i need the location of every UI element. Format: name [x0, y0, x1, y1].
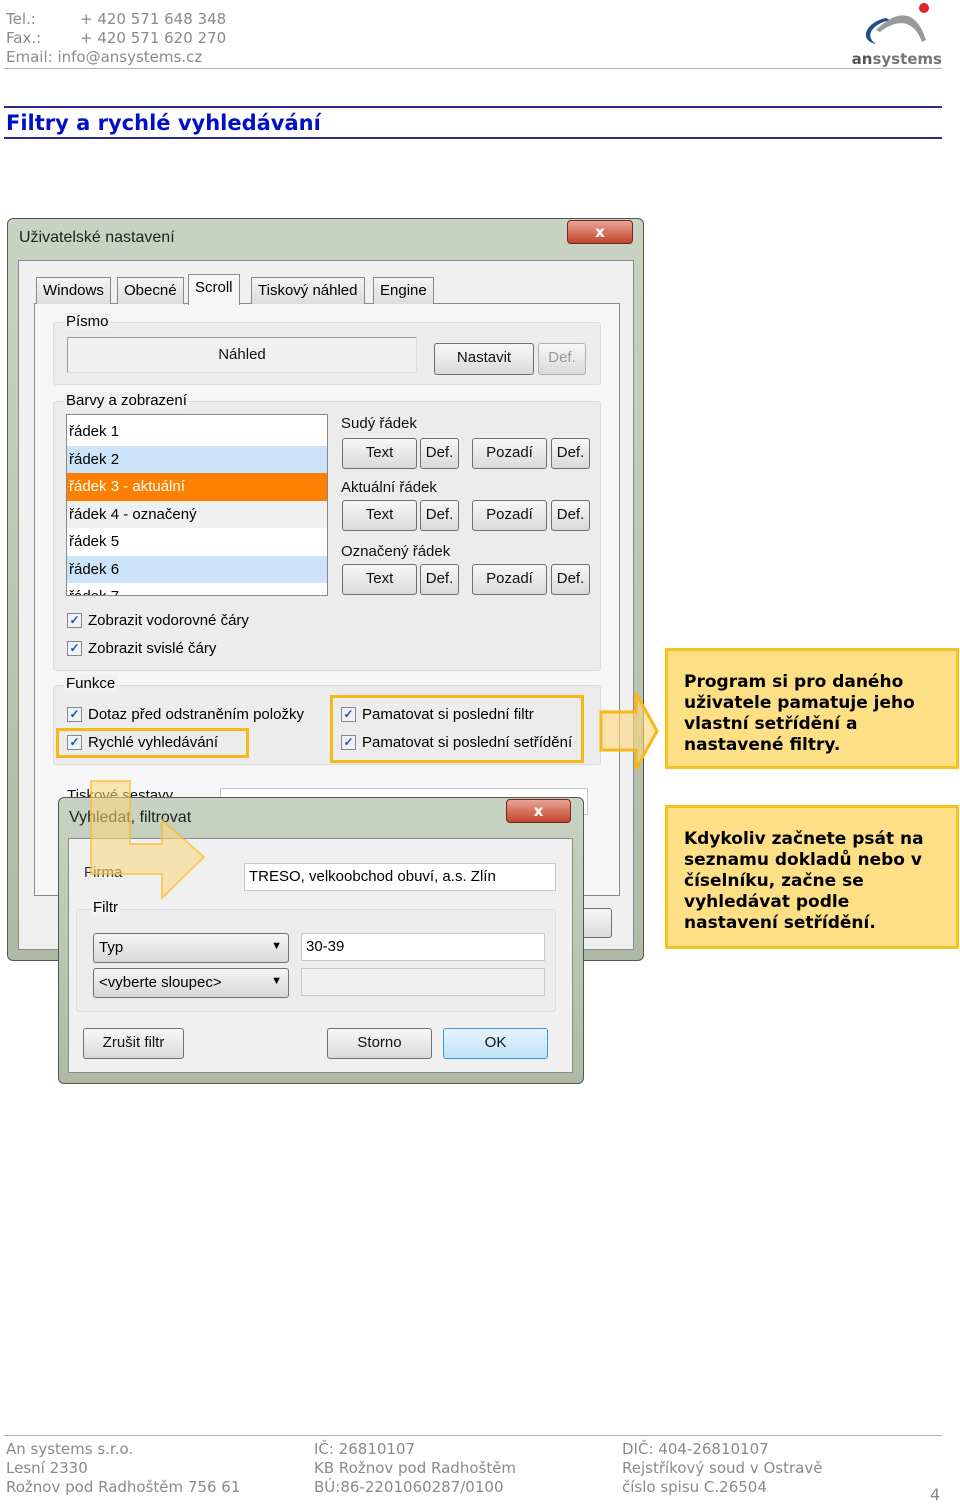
current-background-button[interactable]: Pozadí — [472, 500, 547, 531]
title-rule-bottom — [4, 137, 942, 139]
filter-value-1[interactable]: 30-39 — [301, 933, 545, 961]
page-title: Filtry a rychlé vyhledávání — [6, 111, 321, 135]
list-item[interactable]: řádek 3 - aktuální — [67, 473, 327, 501]
selected-text-default-button[interactable]: Def. — [420, 564, 459, 595]
bent-arrow-icon — [90, 780, 206, 901]
selected-background-button[interactable]: Pozadí — [472, 564, 547, 595]
font-default-button[interactable]: Def. — [538, 343, 586, 375]
selected-background-default-button[interactable]: Def. — [551, 564, 590, 595]
font-group-label: Písmo — [64, 313, 111, 330]
functions-group-label: Funkce — [64, 675, 118, 692]
quick-search-highlight — [56, 728, 249, 758]
footer-line: Rejstříkový soud v Ostravě — [622, 1459, 823, 1477]
remember-highlight — [330, 695, 584, 763]
set-font-button[interactable]: Nastavit — [434, 343, 534, 375]
selected-text-button[interactable]: Text — [342, 564, 417, 595]
tab-scroll[interactable]: Scroll — [188, 274, 240, 305]
tel: + 420 571 648 348 — [80, 10, 227, 28]
footer-registry: DIČ: 404-26810107 Rejstříkový soud v Ostr… — [622, 1440, 822, 1497]
filter-value-2[interactable] — [301, 968, 545, 996]
even-background-button[interactable]: Pozadí — [472, 438, 547, 469]
clear-filter-button[interactable]: Zrušit filtr — [83, 1028, 184, 1059]
checkbox-label: Dotaz před odstraněním položky — [88, 706, 304, 723]
even-background-default-button[interactable]: Def. — [551, 438, 590, 469]
even-text-default-button[interactable]: Def. — [420, 438, 459, 469]
filter-column-select-2[interactable]: <vyberte sloupec> ▼ — [93, 968, 289, 998]
title-rule-top — [4, 106, 942, 108]
header-divider — [4, 68, 942, 69]
checkbox-label: Zobrazit svislé čáry — [88, 640, 217, 657]
tab-obecne[interactable]: Obecné — [117, 277, 184, 304]
list-item[interactable]: řádek 7 — [67, 583, 327, 595]
checkmark-icon: ✓ — [67, 707, 82, 722]
page-number: 4 — [930, 1485, 941, 1504]
company-field[interactable]: TRESO, velkoobchod obuví, a.s. Zlín — [244, 863, 556, 891]
list-item[interactable]: řádek 2 — [67, 445, 327, 473]
current-text-button[interactable]: Text — [342, 500, 417, 531]
list-item[interactable]: řádek 5 — [67, 528, 327, 556]
footer-line: An systems s.r.o. — [6, 1440, 134, 1458]
close-button[interactable]: x — [567, 220, 633, 244]
tel-label: Tel.: — [6, 10, 36, 28]
even-row-label: Sudý řádek — [341, 415, 417, 432]
even-text-button[interactable]: Text — [342, 438, 417, 469]
colors-group-label: Barvy a zobrazení — [64, 392, 189, 409]
footer-line: číslo spisu C.26504 — [622, 1478, 767, 1496]
list-item[interactable]: řádek 4 - označený — [67, 500, 327, 528]
selected-row-label: Označený řádek — [341, 543, 451, 560]
footer-line: DIČ: 404-26810107 — [622, 1440, 769, 1458]
footer-company: An systems s.r.o. Lesní 2330 Rožnov pod Ra… — [6, 1440, 240, 1497]
horizontal-lines-checkbox[interactable]: ✓ Zobrazit vodorovné čáry — [67, 612, 249, 629]
tab-windows[interactable]: Windows — [36, 277, 111, 304]
footer-line: KB Rožnov pod Radhoštěm — [314, 1459, 517, 1477]
list-item[interactable]: řádek 6 — [67, 555, 327, 583]
settings-dialog-title: Uživatelské nastavení — [19, 229, 175, 246]
current-row-label: Aktuální řádek — [341, 479, 437, 496]
checkbox-label: Zobrazit vodorovné čáry — [88, 612, 249, 629]
dropdown-arrow-icon: ▼ — [271, 940, 282, 952]
select-value: <vyberte sloupec> — [99, 974, 222, 991]
fax: + 420 571 620 270 — [80, 29, 227, 47]
font-preview: Náhled — [67, 337, 417, 373]
tab-tiskovy-nahled[interactable]: Tiskový náhled — [251, 277, 365, 304]
footer-line: IČ: 26810107 — [314, 1440, 416, 1458]
footer-line: Lesní 2330 — [6, 1459, 88, 1477]
ok-button[interactable]: OK — [443, 1028, 548, 1059]
vertical-lines-checkbox[interactable]: ✓ Zobrazit svislé čáry — [67, 640, 216, 657]
checkmark-icon: ✓ — [67, 641, 82, 656]
callout-quick-search: Kdykoliv začnete psát na seznamu dokladů… — [665, 805, 959, 949]
current-background-default-button[interactable]: Def. — [551, 500, 590, 531]
email: Email: info@ansystems.cz — [6, 48, 203, 66]
footer-line: Rožnov pod Radhoštěm 756 61 — [6, 1478, 241, 1496]
checkmark-icon: ✓ — [67, 613, 82, 628]
list-item[interactable]: řádek 1 — [67, 418, 327, 446]
row-style-list[interactable]: řádek 1 řádek 2 řádek 3 - aktuální řádek… — [66, 414, 328, 596]
close-button[interactable]: x — [506, 799, 571, 823]
footer-bank: IČ: 26810107 KB Rožnov pod Radhoštěm BÚ:86… — [314, 1440, 516, 1497]
confirm-delete-checkbox[interactable]: ✓ Dotaz před odstraněním položky — [67, 706, 304, 723]
footer-divider — [4, 1435, 942, 1436]
callout-remember: Program si pro daného uživatele pamatuje… — [665, 648, 959, 769]
footer-line: BÚ:86-2201060287/0100 — [314, 1478, 504, 1496]
dropdown-arrow-icon: ▼ — [271, 975, 282, 987]
arrow-right-icon — [599, 692, 659, 770]
cancel-button[interactable]: Storno — [327, 1028, 432, 1059]
logo: ansystems — [846, 0, 942, 68]
current-text-default-button[interactable]: Def. — [420, 500, 459, 531]
contact-info: Tel.: + 420 571 648 348 Fax.: + 420 571 62… — [6, 10, 226, 67]
fax-label: Fax.: — [6, 29, 42, 47]
select-value: Typ — [99, 939, 124, 956]
filter-column-select-1[interactable]: Typ ▼ — [93, 933, 289, 963]
tab-engine[interactable]: Engine — [373, 277, 434, 304]
